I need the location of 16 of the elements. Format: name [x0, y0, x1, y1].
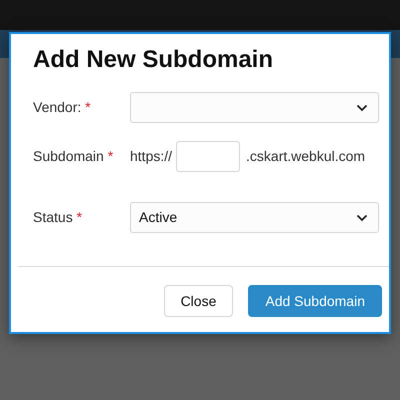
field-label: Vendor:	[33, 99, 82, 115]
subdomain-field[interactable]	[176, 141, 240, 172]
required-mark: *	[76, 209, 82, 225]
url-suffix: .cskart.webkul.com	[246, 147, 366, 166]
required-mark: *	[108, 148, 114, 164]
select-field[interactable]	[130, 92, 379, 123]
chevron-down-icon	[356, 214, 368, 222]
required-mark: *	[85, 99, 91, 115]
add-subdomain-button[interactable]: Add Subdomain	[248, 285, 382, 317]
dialog-title: Add New Subdomain	[33, 45, 274, 75]
chevron-down-icon	[356, 104, 368, 112]
close-button[interactable]: Close	[164, 285, 234, 317]
field-label: Subdomain	[33, 148, 104, 164]
url-prefix: https://	[130, 147, 172, 166]
field-label: Status	[33, 209, 73, 225]
select-field[interactable]: Active	[130, 202, 379, 233]
